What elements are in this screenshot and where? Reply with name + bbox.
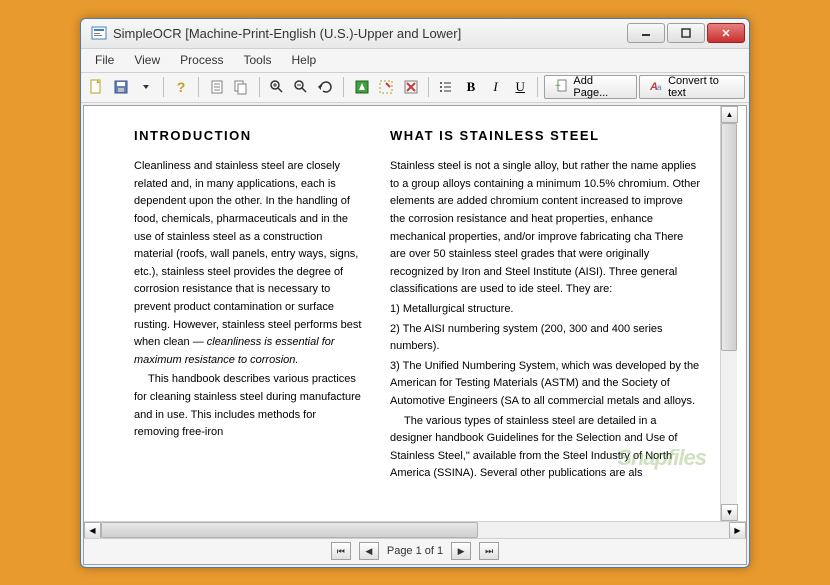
dropdown-button[interactable] <box>134 75 157 99</box>
new-button[interactable] <box>85 75 108 99</box>
heading-what-is: WHAT IS STAINLESS STEEL <box>390 126 700 147</box>
next-page-button[interactable]: ▶ <box>451 542 471 560</box>
copy-button[interactable] <box>230 75 253 99</box>
delete-region-button[interactable] <box>399 75 422 99</box>
convert-icon: Aa <box>650 79 664 96</box>
menu-file[interactable]: File <box>85 51 124 69</box>
scroll-up-button[interactable]: ▲ <box>721 106 738 123</box>
separator <box>198 77 199 97</box>
column-left: INTRODUCTION Cleanliness and stainless s… <box>134 126 362 521</box>
separator <box>537 77 538 97</box>
document-viewport[interactable]: INTRODUCTION Cleanliness and stainless s… <box>84 106 746 521</box>
scroll-thumb[interactable] <box>721 123 737 352</box>
list-item: 3) The Unified Numbering System, which w… <box>390 358 700 411</box>
add-page-label: Add Page... <box>573 75 626 99</box>
menubar: File View Process Tools Help <box>81 49 749 73</box>
app-window: SimpleOCR [Machine-Print-English (U.S.)-… <box>80 18 750 568</box>
column-right: WHAT IS STAINLESS STEEL Stainless steel … <box>390 126 700 521</box>
first-page-button[interactable]: ⏮ <box>331 542 351 560</box>
menu-view[interactable]: View <box>124 51 170 69</box>
separator <box>428 77 429 97</box>
titlebar[interactable]: SimpleOCR [Machine-Print-English (U.S.)-… <box>81 19 749 49</box>
window-title: SimpleOCR [Machine-Print-English (U.S.)-… <box>113 26 625 41</box>
menu-tools[interactable]: Tools <box>234 51 282 69</box>
italic-button[interactable]: I <box>484 75 507 99</box>
horizontal-scrollbar-row: ◀ ▶ <box>84 521 746 538</box>
window-controls <box>625 23 745 43</box>
statusbar: ⏮ ◀ Page 1 of 1 ▶ ⏭ <box>84 538 746 564</box>
underline-button[interactable]: U <box>509 75 532 99</box>
scroll-track[interactable] <box>721 123 737 504</box>
svg-text:a: a <box>657 83 662 92</box>
minimize-button[interactable] <box>627 23 665 43</box>
svg-text:+: + <box>555 81 561 92</box>
region-button[interactable] <box>350 75 373 99</box>
maximize-button[interactable] <box>667 23 705 43</box>
paragraph: This handbook describes various practice… <box>134 371 362 441</box>
scroll-down-button[interactable]: ▼ <box>721 504 738 521</box>
scroll-right-button[interactable]: ▶ <box>729 522 746 539</box>
separator <box>259 77 260 97</box>
document-page: INTRODUCTION Cleanliness and stainless s… <box>84 106 720 521</box>
close-button[interactable] <box>707 23 745 43</box>
rotate-button[interactable] <box>315 75 338 99</box>
list-item: 1) Metallurgical structure. <box>390 301 700 319</box>
bold-button[interactable]: B <box>460 75 483 99</box>
add-page-button[interactable]: + Add Page... <box>544 75 637 99</box>
heading-introduction: INTRODUCTION <box>134 126 362 147</box>
help-button[interactable]: ? <box>170 75 193 99</box>
add-page-icon: + <box>555 79 569 96</box>
toolbar: ? B I U + Add Page... Aa Convert to text <box>81 73 749 103</box>
page-button[interactable] <box>205 75 228 99</box>
zoom-in-button[interactable] <box>265 75 288 99</box>
separator <box>343 77 344 97</box>
horizontal-scrollbar[interactable]: ◀ ▶ <box>84 522 746 538</box>
menu-help[interactable]: Help <box>282 51 327 69</box>
page-indicator: Page 1 of 1 <box>387 545 443 557</box>
convert-button[interactable]: Aa Convert to text <box>639 75 745 99</box>
edit-region-button[interactable] <box>375 75 398 99</box>
paragraph: The various types of stainless steel are… <box>390 413 700 483</box>
list-item: 2) The AISI numbering system (200, 300 a… <box>390 321 700 356</box>
paragraph: Stainless steel is not a single alloy, b… <box>390 158 700 299</box>
prev-page-button[interactable]: ◀ <box>359 542 379 560</box>
app-icon <box>91 25 107 41</box>
paragraph: Cleanliness and stainless steel are clos… <box>134 158 362 369</box>
scroll-left-button[interactable]: ◀ <box>84 522 101 539</box>
convert-label: Convert to text <box>668 75 734 99</box>
scroll-track[interactable] <box>101 522 729 538</box>
save-button[interactable] <box>110 75 133 99</box>
last-page-button[interactable]: ⏭ <box>479 542 499 560</box>
separator <box>163 77 164 97</box>
list-button[interactable] <box>435 75 458 99</box>
zoom-out-button[interactable] <box>290 75 313 99</box>
scroll-thumb[interactable] <box>101 522 478 538</box>
vertical-scrollbar[interactable]: ▲ ▼ <box>720 106 737 521</box>
menu-process[interactable]: Process <box>170 51 233 69</box>
content-area: INTRODUCTION Cleanliness and stainless s… <box>83 105 747 565</box>
